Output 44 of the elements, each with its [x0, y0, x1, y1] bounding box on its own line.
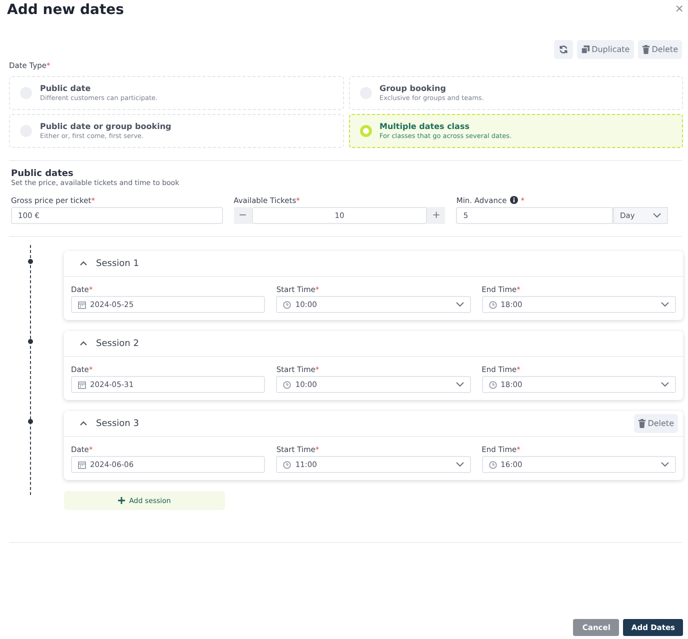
calendar-icon [78, 460, 86, 468]
dialog-title: Add new dates [7, 2, 124, 18]
radio-icon [360, 125, 372, 137]
delete-button[interactable]: Delete [638, 40, 682, 59]
clock-icon [283, 460, 292, 468]
trash-icon [638, 419, 646, 428]
option-title: Public date or group booking [40, 122, 172, 131]
chevron-icon [653, 213, 662, 218]
chevron-icon[interactable] [80, 341, 87, 346]
calendar-icon [78, 300, 86, 308]
clock-icon [488, 300, 497, 308]
delete-button[interactable]: Delete [634, 414, 678, 433]
chevron-icon [660, 382, 669, 387]
option-title: Public date [40, 84, 92, 93]
clock-icon [488, 460, 497, 468]
trash-icon [642, 45, 650, 54]
decrement-button[interactable]: − [234, 207, 252, 224]
chevron-icon [456, 382, 464, 387]
section-title: Public dates [11, 169, 74, 179]
close-button[interactable]: × [674, 2, 684, 15]
chevron-icon [660, 302, 669, 307]
calendar-icon [78, 380, 86, 388]
refresh-icon [558, 45, 568, 54]
session-title: Session 2 [96, 338, 140, 348]
session-title: Session 1 [96, 258, 140, 268]
timeline-dot [28, 339, 33, 344]
copy-icon [580, 45, 590, 54]
clock-icon [283, 300, 292, 308]
chevron-icon[interactable] [80, 421, 87, 426]
timeline-dot [28, 259, 33, 264]
duplicate-button[interactable]: Duplicate [576, 40, 634, 59]
session-title: Session 3 [96, 418, 140, 428]
timeline-dot [28, 419, 33, 424]
refresh-button[interactable] [554, 40, 573, 59]
chevron-icon [456, 302, 464, 307]
chevron-icon [456, 462, 464, 467]
plus-icon [118, 497, 126, 504]
clock-icon [283, 380, 292, 388]
chevron-icon[interactable] [80, 261, 87, 266]
increment-button[interactable]: + [427, 207, 446, 224]
clock-icon [488, 380, 497, 388]
chevron-icon [660, 462, 669, 467]
option-title: Group booking [380, 84, 447, 93]
option-title: Multiple dates class [380, 122, 470, 131]
